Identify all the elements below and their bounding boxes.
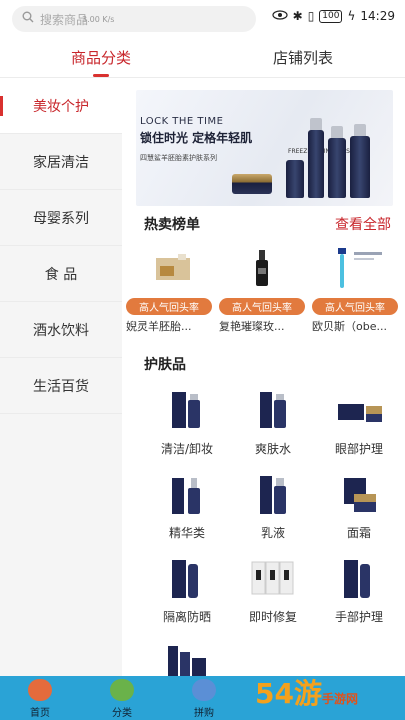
banner-title-en: LOCK THE TIME bbox=[140, 116, 224, 127]
hot-badge: 高人气回头率 bbox=[219, 298, 305, 315]
product-thumbnail bbox=[134, 244, 204, 296]
category-cream[interactable]: 面霜 bbox=[314, 472, 404, 554]
product-thumbnail bbox=[248, 556, 298, 600]
product-thumbnail bbox=[162, 472, 212, 516]
category-content: LOCK THE TIME 锁住时光 定格年轻肌 FREEZE YOUNG MU… bbox=[122, 78, 405, 676]
product-thumbnail bbox=[334, 388, 384, 432]
clock: 14:29 bbox=[360, 9, 395, 23]
category-label: 清洁/卸妆 bbox=[160, 442, 214, 456]
search-icon bbox=[22, 11, 34, 27]
category-label: 爽肤水 bbox=[254, 442, 291, 456]
category-label: 隔离防晒 bbox=[162, 610, 211, 624]
category-set[interactable] bbox=[142, 640, 232, 676]
product-thumbnail bbox=[162, 388, 212, 432]
banner-bottle-cap bbox=[354, 124, 366, 136]
status-icons: ✱ ▯ 100 ϟ 14:29 bbox=[272, 9, 395, 23]
banner-product-bottle bbox=[286, 160, 304, 198]
charging-icon: ϟ bbox=[347, 9, 356, 23]
group-buy-icon bbox=[192, 679, 216, 701]
watermark-logo: 54游手游网 bbox=[255, 677, 358, 710]
category-label: 乳液 bbox=[260, 526, 285, 540]
banner-product-bottle bbox=[350, 136, 370, 198]
category-label: 眼部护理 bbox=[334, 442, 383, 456]
banner-subtitle: 四慧鲨羊胚胎素护肤系列 bbox=[140, 154, 217, 162]
tab-category-label: 分类 bbox=[112, 708, 132, 719]
product-name: 婗灵羊胚胎... bbox=[126, 320, 192, 333]
product-thumbnail bbox=[162, 640, 212, 676]
sidebar-item-food[interactable]: 食 品 bbox=[0, 246, 122, 302]
status-bar: 搜索商品 3.00 K/s ✱ ▯ 100 ϟ 14:29 bbox=[0, 0, 405, 36]
banner-product-bottle bbox=[308, 130, 324, 198]
skincare-title: 护肤品 bbox=[144, 357, 186, 373]
product-thumbnail bbox=[320, 244, 390, 296]
hot-list-item[interactable]: 高人气回头率 欧贝斯（obe... bbox=[310, 244, 400, 340]
tab-store-list[interactable]: 店铺列表 bbox=[202, 36, 404, 78]
product-thumbnail bbox=[334, 472, 384, 516]
category-sunscreen[interactable]: 隔离防晒 bbox=[142, 556, 232, 638]
tab-group-buy[interactable]: 拼购 bbox=[164, 676, 244, 720]
category-label: 面霜 bbox=[346, 526, 371, 540]
hot-list-item[interactable]: 高人气回头率 复艳璀璨玫... bbox=[217, 244, 307, 340]
search-bar[interactable]: 搜索商品 bbox=[12, 6, 256, 32]
sidebar-item-drinks[interactable]: 酒水饮料 bbox=[0, 302, 122, 358]
sidebar-item-home-cleaning[interactable]: 家居清洁 bbox=[0, 134, 122, 190]
category-eye-care[interactable]: 眼部护理 bbox=[314, 388, 404, 470]
product-thumbnail bbox=[248, 388, 298, 432]
promo-banner[interactable]: LOCK THE TIME 锁住时光 定格年轻肌 FREEZE YOUNG MU… bbox=[136, 90, 393, 206]
banner-product-jar bbox=[232, 174, 272, 194]
wifi-speed: 3.00 K/s bbox=[82, 15, 115, 24]
tab-home-label: 首页 bbox=[30, 708, 50, 719]
top-tabs: 商品分类 店铺列表 bbox=[0, 36, 405, 78]
product-name: 欧贝斯（obe... bbox=[312, 320, 387, 333]
hot-list-title: 热卖榜单 bbox=[144, 217, 200, 233]
category-hand-care[interactable]: 手部护理 bbox=[314, 556, 404, 638]
hot-badge: 高人气回头率 bbox=[126, 298, 212, 315]
tab-product-category[interactable]: 商品分类 bbox=[0, 36, 202, 78]
product-thumbnail bbox=[334, 556, 384, 600]
category-icon bbox=[110, 679, 134, 701]
category-label: 精华类 bbox=[168, 526, 205, 540]
hot-badge: 高人气回头率 bbox=[312, 298, 398, 315]
product-thumbnail bbox=[227, 244, 297, 296]
category-label: 手部护理 bbox=[334, 610, 383, 624]
category-toner[interactable]: 爽肤水 bbox=[228, 388, 318, 470]
product-name: 复艳璀璨玫... bbox=[219, 320, 285, 333]
tab-home[interactable]: 首页 bbox=[0, 676, 80, 720]
eye-icon bbox=[272, 9, 288, 23]
search-placeholder: 搜索商品 bbox=[40, 12, 89, 27]
category-cleansing[interactable]: 清洁/卸妆 bbox=[142, 388, 232, 470]
category-repair[interactable]: 即时修复 bbox=[228, 556, 318, 638]
sidebar-item-mother-baby[interactable]: 母婴系列 bbox=[0, 190, 122, 246]
sidebar-item-beauty[interactable]: 美妆个护 bbox=[0, 78, 122, 134]
tab-group-buy-label: 拼购 bbox=[194, 708, 214, 719]
banner-title-cn: 锁住时光 定格年轻肌 bbox=[140, 131, 253, 145]
banner-product-bottle bbox=[328, 138, 346, 198]
sidebar-item-daily-goods[interactable]: 生活百货 bbox=[0, 358, 122, 414]
banner-bottle-cap bbox=[331, 126, 343, 138]
category-lotion[interactable]: 乳液 bbox=[228, 472, 318, 554]
hot-list-item[interactable]: 高人气回头率 婗灵羊胚胎... bbox=[124, 244, 214, 340]
banner-bottle-cap bbox=[310, 118, 322, 130]
see-all-link[interactable]: 查看全部 bbox=[335, 214, 391, 234]
bluetooth-icon: ✱ bbox=[292, 9, 303, 23]
home-icon bbox=[28, 679, 52, 701]
category-essence[interactable]: 精华类 bbox=[142, 472, 232, 554]
tab-category[interactable]: 分类 bbox=[82, 676, 162, 720]
active-tab-indicator bbox=[93, 74, 109, 77]
battery-indicator: 100 bbox=[319, 9, 343, 23]
vibrate-icon: ▯ bbox=[307, 9, 315, 23]
category-sidebar: 美妆个护 家居清洁 母婴系列 食 品 酒水饮料 生活百货 bbox=[0, 78, 122, 676]
category-label: 即时修复 bbox=[248, 610, 297, 624]
product-thumbnail bbox=[248, 472, 298, 516]
product-thumbnail bbox=[162, 556, 212, 600]
